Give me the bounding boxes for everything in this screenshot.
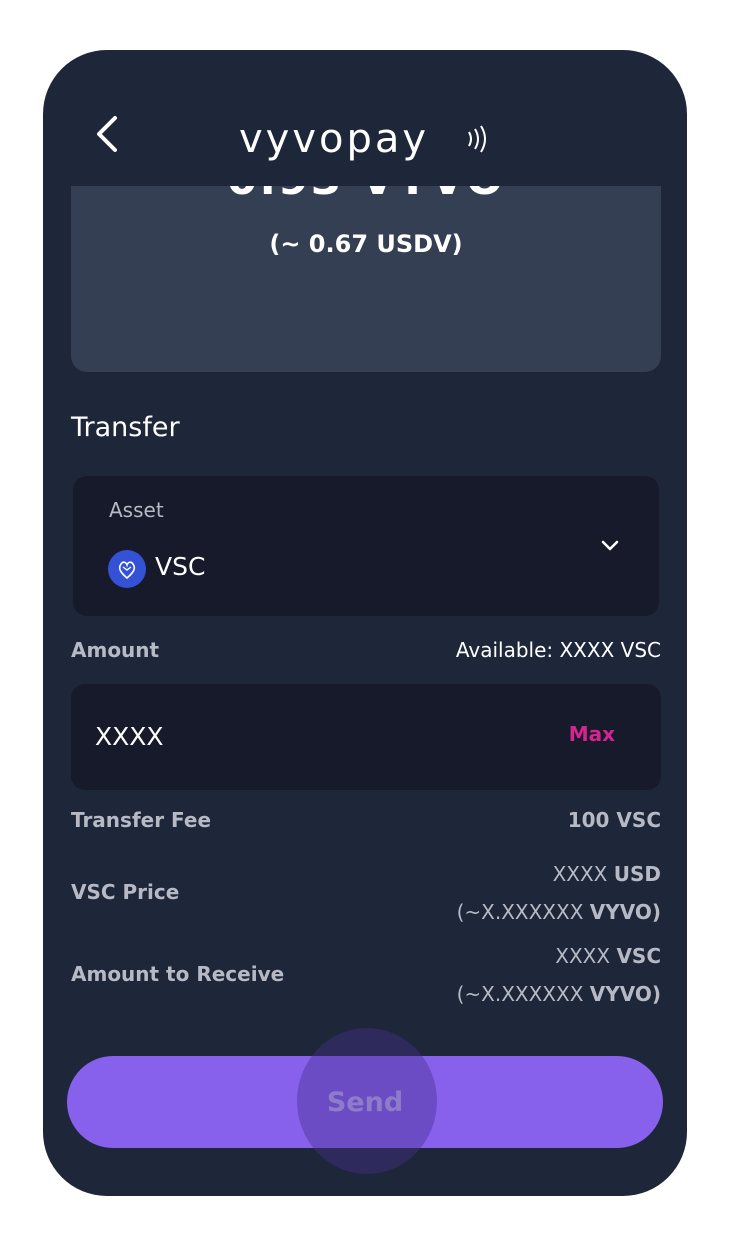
vsc-price-unit: USD — [613, 862, 661, 886]
available-prefix: Available: — [455, 638, 554, 662]
max-button[interactable]: Max — [569, 722, 615, 746]
vsc-price-label: VSC Price — [71, 880, 180, 904]
vsc-coin-icon — [108, 550, 146, 588]
back-arrow-icon[interactable] — [93, 112, 123, 156]
vsc-price-value: XXXX USD — [553, 862, 661, 886]
vsc-price-alt-prefix: (~ — [456, 900, 482, 924]
amount-input[interactable] — [95, 714, 515, 758]
available-value: XXXX — [559, 638, 615, 662]
amount-receive-label: Amount to Receive — [71, 962, 285, 986]
vsc-price-alt: (~X.XXXXXX VYVO) — [457, 900, 661, 924]
send-button[interactable]: Send — [67, 1056, 663, 1148]
transfer-fee-value: 100 VSC — [567, 808, 661, 832]
balance-amount: 0.93 VYVO — [71, 186, 661, 205]
amount-receive-value: XXXX VSC — [555, 944, 661, 968]
vyvopay-logo: vyvopay — [239, 118, 486, 162]
transfer-fee-label: Transfer Fee — [71, 808, 212, 832]
available-balance: Available: XXXX VSC — [456, 638, 661, 662]
amount-receive-amount: XXXX — [555, 944, 611, 968]
vsc-price-alt-unit: VYVO) — [589, 900, 661, 924]
amount-receive-alt: (~X.XXXXXX VYVO) — [457, 982, 661, 1006]
svg-text:vyvopay: vyvopay — [239, 118, 429, 162]
balance-converted: (~ 0.67 USDV) — [269, 230, 463, 258]
asset-value: VSC — [155, 552, 206, 581]
amount-receive-alt-amount: X.XXXXXX — [481, 982, 584, 1006]
available-unit: VSC — [620, 638, 661, 662]
amount-receive-alt-prefix: (~ — [456, 982, 482, 1006]
amount-label: Amount — [71, 638, 160, 662]
asset-label: Asset — [109, 498, 164, 522]
vsc-price-alt-amount: X.XXXXXX — [481, 900, 584, 924]
section-title: Transfer — [71, 412, 180, 443]
chevron-down-icon — [601, 540, 619, 551]
balance-card: 0.93 VYVO (~ 0.67 USDV) — [71, 186, 661, 372]
amount-input-container: Max — [71, 684, 661, 790]
amount-receive-unit: VSC — [616, 944, 661, 968]
vsc-price-amount: XXXX — [552, 862, 608, 886]
asset-dropdown[interactable]: Asset VSC — [73, 476, 659, 616]
phone-screen: vyvopay 0.93 VYVO (~ 0.67 USDV) Transfer… — [43, 50, 687, 1196]
amount-receive-alt-unit: VYVO) — [589, 982, 661, 1006]
